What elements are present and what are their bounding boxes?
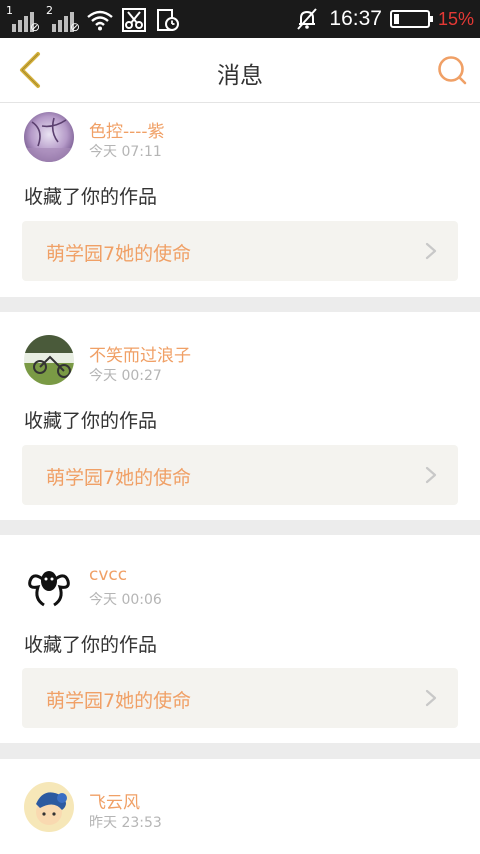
mute-bell-icon <box>293 7 321 31</box>
chevron-right-icon <box>425 242 437 260</box>
battery-level <box>393 14 399 24</box>
message-card[interactable]: 不笑而过浪子 今天 00:27 收藏了你的作品 萌学园7她的使命 <box>0 312 480 520</box>
battery-icon <box>389 10 433 28</box>
message-time: 今天 00:27 <box>89 368 162 384</box>
work-title: 萌学园7她的使命 <box>46 243 192 265</box>
clock-time: 16:37 <box>329 7 382 30</box>
wifi-icon <box>86 8 114 32</box>
search-button[interactable] <box>434 52 470 88</box>
message-card[interactable]: cvcc 今天 00:06 收藏了你的作品 萌学园7她的使命 <box>0 535 480 743</box>
clipboard-clock-icon <box>154 8 182 32</box>
message-time: 昨天 23:53 <box>89 815 162 831</box>
status-right: 16:37 15% <box>293 6 474 32</box>
message-time: 今天 00:06 <box>89 592 162 608</box>
status-left: 1 ⊘ 2 ⊘ <box>6 4 182 34</box>
message-action: 收藏了你的作品 <box>24 186 158 208</box>
work-title: 萌学园7她的使命 <box>46 467 192 489</box>
sender-name[interactable]: 飞云风 <box>89 788 140 813</box>
chevron-right-icon <box>425 466 437 484</box>
work-link[interactable]: 萌学园7她的使命 <box>22 445 458 505</box>
avatar[interactable] <box>24 559 74 609</box>
sender-name[interactable]: 不笑而过浪子 <box>89 341 191 366</box>
battery-percent: 15% <box>437 8 474 29</box>
page-title: 消息 <box>217 63 263 89</box>
search-icon <box>438 56 467 85</box>
sender-name[interactable]: cvcc <box>89 565 127 585</box>
message-time: 今天 07:11 <box>89 144 162 160</box>
message-card[interactable]: 飞云风 昨天 23:53 <box>0 759 480 854</box>
avatar[interactable] <box>24 112 74 162</box>
sender-name[interactable]: 色控----紫 <box>89 117 165 142</box>
work-title: 萌学园7她的使命 <box>46 690 192 712</box>
message-action: 收藏了你的作品 <box>24 634 158 656</box>
avatar[interactable] <box>24 782 74 832</box>
signal-icon: 1 ⊘ <box>6 4 40 34</box>
work-link[interactable]: 萌学园7她的使命 <box>22 221 458 281</box>
message-card[interactable]: 色控----紫 今天 07:11 收藏了你的作品 萌学园7她的使命 <box>0 103 480 297</box>
chevron-right-icon <box>425 689 437 707</box>
status-bar: 1 ⊘ 2 ⊘ 16:37 15% <box>0 0 480 38</box>
nav-bar: 消息 <box>0 38 480 103</box>
signal-icon: 2 ⊘ <box>46 4 80 34</box>
avatar[interactable] <box>24 335 74 385</box>
scissors-icon <box>120 8 148 32</box>
work-link[interactable]: 萌学园7她的使命 <box>22 668 458 728</box>
message-action: 收藏了你的作品 <box>24 410 158 432</box>
